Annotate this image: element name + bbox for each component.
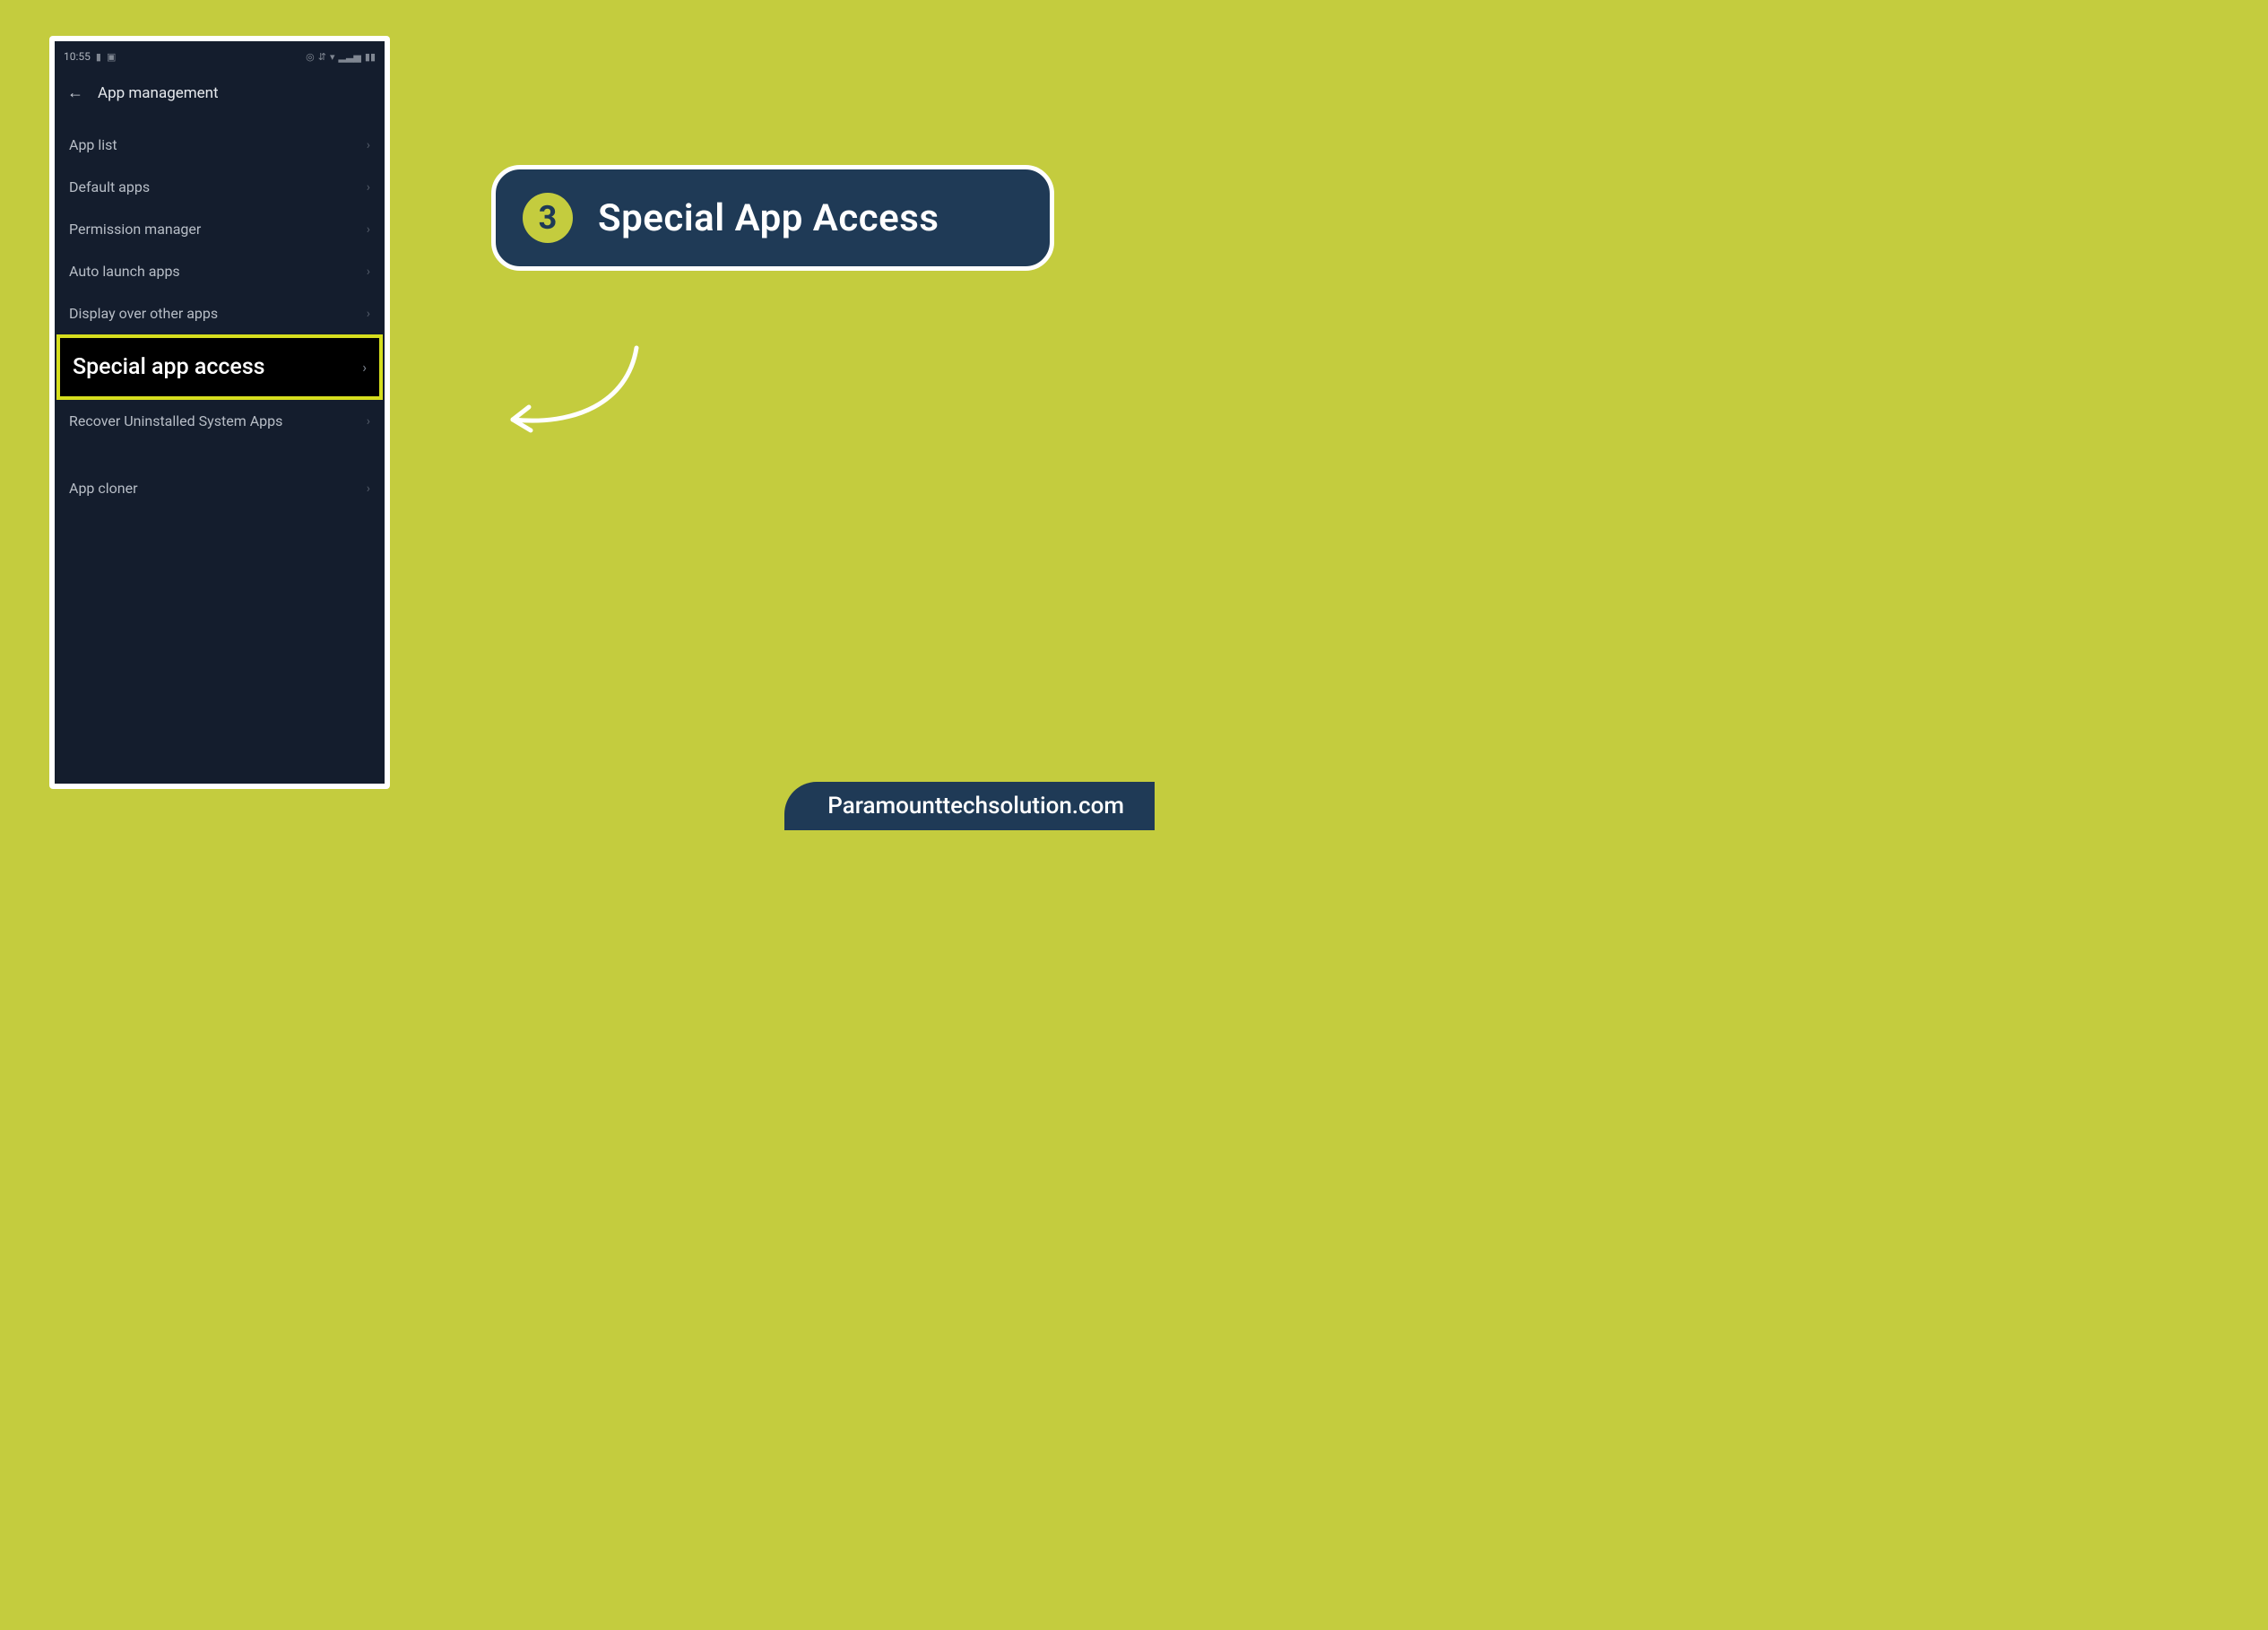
- menu-label: Display over other apps: [69, 305, 218, 322]
- footer-text: Paramounttechsolution.com: [827, 793, 1124, 819]
- menu-item-default-apps[interactable]: Default apps ›: [55, 166, 385, 208]
- menu-separator: [55, 442, 385, 467]
- step-number: 3: [539, 199, 558, 237]
- menu-label: Recover Uninstalled System Apps: [69, 412, 282, 429]
- wifi-icon: ▾: [330, 51, 335, 63]
- battery-icon: ▮▮: [365, 51, 376, 63]
- menu-item-app-list[interactable]: App list ›: [55, 124, 385, 166]
- chevron-right-icon: ›: [367, 180, 370, 195]
- status-left: 10:55 ▮ ▣: [64, 50, 116, 63]
- signal-icon: ▂▃▅: [339, 51, 361, 63]
- step-number-badge: 3: [523, 193, 573, 243]
- menu-label: App cloner: [69, 480, 138, 497]
- phone-frame: 10:55 ▮ ▣ ◎ ⇵ ▾ ▂▃▅ ▮▮ ← App management …: [49, 36, 390, 789]
- menu-item-recover-uninstalled[interactable]: Recover Uninstalled System Apps ›: [55, 400, 385, 442]
- chevron-right-icon: ›: [367, 138, 370, 152]
- settings-menu: App list › Default apps › Permission man…: [55, 124, 385, 509]
- arrow-icon: [493, 341, 654, 439]
- status-right: ◎ ⇵ ▾ ▂▃▅ ▮▮: [306, 51, 376, 63]
- menu-label: Auto launch apps: [69, 263, 180, 280]
- menu-label: App list: [69, 136, 117, 153]
- menu-item-display-over[interactable]: Display over other apps ›: [55, 292, 385, 334]
- chevron-right-icon: ›: [367, 414, 370, 429]
- status-time: 10:55: [64, 50, 91, 63]
- menu-label: Default apps: [69, 178, 150, 195]
- back-icon[interactable]: ←: [67, 85, 83, 101]
- screen-header: ← App management: [55, 72, 385, 124]
- status-icon: ▮: [96, 51, 101, 63]
- phone-screen: 10:55 ▮ ▣ ◎ ⇵ ▾ ▂▃▅ ▮▮ ← App management …: [55, 41, 385, 784]
- page-title: App management: [98, 84, 219, 102]
- menu-item-permission-manager[interactable]: Permission manager ›: [55, 208, 385, 250]
- chevron-right-icon: ›: [367, 222, 370, 237]
- menu-label: Special app access: [73, 354, 265, 380]
- footer-brand: Paramounttechsolution.com: [784, 782, 1155, 830]
- step-callout: 3 Special App Access: [491, 165, 1054, 271]
- menu-item-special-app-access[interactable]: Special app access ›: [56, 334, 383, 400]
- menu-item-auto-launch[interactable]: Auto launch apps ›: [55, 250, 385, 292]
- chevron-right-icon: ›: [362, 359, 367, 376]
- menu-item-app-cloner[interactable]: App cloner ›: [55, 467, 385, 509]
- status-bar: 10:55 ▮ ▣ ◎ ⇵ ▾ ▂▃▅ ▮▮: [55, 41, 385, 72]
- menu-label: Permission manager: [69, 221, 201, 238]
- callout-title: Special App Access: [598, 196, 939, 240]
- alarm-icon: ◎: [306, 51, 315, 63]
- chevron-right-icon: ›: [367, 481, 370, 496]
- status-icon: ▣: [107, 51, 116, 63]
- network-icon: ⇵: [318, 51, 326, 63]
- chevron-right-icon: ›: [367, 264, 370, 279]
- chevron-right-icon: ›: [367, 307, 370, 321]
